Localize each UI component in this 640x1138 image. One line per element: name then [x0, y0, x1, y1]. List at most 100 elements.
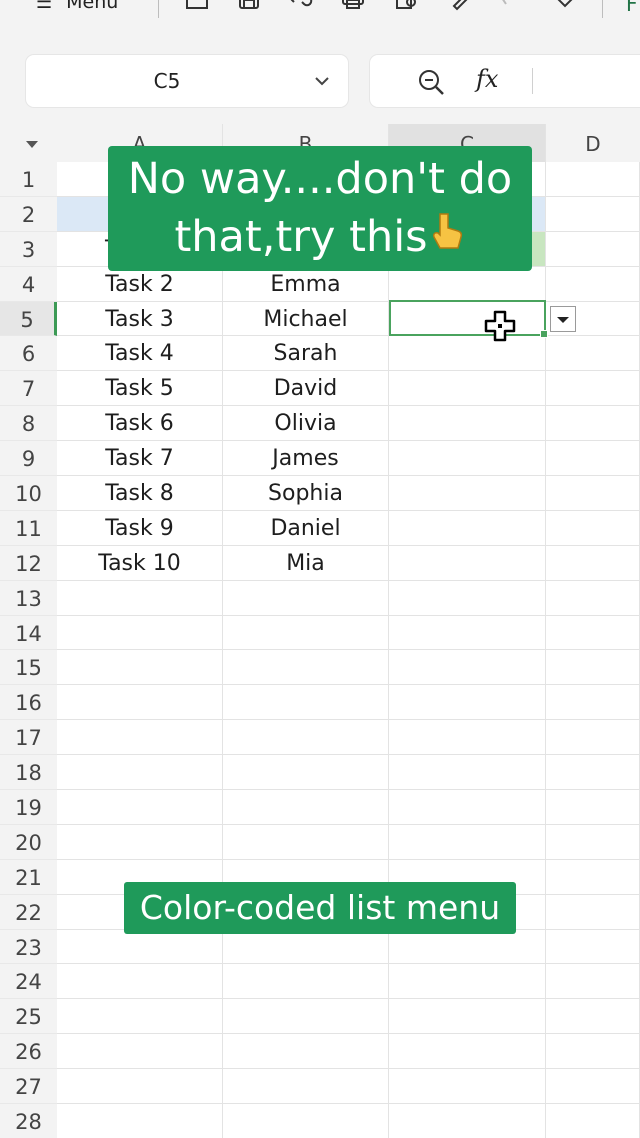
cell-a5[interactable]: Task 3	[57, 301, 223, 337]
cell-a15[interactable]	[57, 650, 223, 686]
cell-d13[interactable]	[546, 580, 640, 616]
cell-c12[interactable]	[389, 545, 546, 581]
cell-c18[interactable]	[389, 755, 546, 791]
cell-b20[interactable]	[223, 824, 389, 860]
row-header[interactable]: 10	[0, 476, 57, 511]
cell-a19[interactable]	[57, 790, 223, 825]
fill-handle[interactable]	[540, 330, 548, 338]
link-icon[interactable]	[288, 0, 314, 12]
cell-a24[interactable]	[57, 964, 223, 1000]
row-header[interactable]: 11	[0, 510, 57, 546]
cell-d9[interactable]	[546, 441, 640, 477]
list-dropdown-button[interactable]	[550, 306, 576, 332]
cell-c27[interactable]	[389, 1069, 546, 1105]
cell-a27[interactable]	[57, 1069, 223, 1105]
cell-b11[interactable]: Daniel	[223, 510, 389, 546]
cell-b19[interactable]	[223, 790, 389, 825]
cell-c16[interactable]	[389, 685, 546, 721]
row-header[interactable]: 1	[0, 162, 57, 197]
cell-d11[interactable]	[546, 510, 640, 546]
cell-a13[interactable]	[57, 580, 223, 616]
menu-button[interactable]: ☰ Menu	[36, 0, 118, 13]
row-header[interactable]: 12	[0, 545, 57, 581]
cell-a25[interactable]	[57, 999, 223, 1035]
name-box[interactable]: C5	[26, 55, 348, 107]
cell-b13[interactable]	[223, 580, 389, 616]
cell-c9[interactable]	[389, 441, 546, 477]
cell-d22[interactable]	[546, 894, 640, 930]
cell-d15[interactable]	[546, 650, 640, 686]
row-header[interactable]: 8	[0, 406, 57, 442]
cell-c10[interactable]	[389, 476, 546, 511]
cell-d14[interactable]	[546, 615, 640, 651]
cell-c13[interactable]	[389, 580, 546, 616]
row-header[interactable]: 6	[0, 336, 57, 372]
cell-b7[interactable]: David	[223, 371, 389, 407]
row-header[interactable]: 3	[0, 231, 57, 267]
row-header[interactable]: 23	[0, 929, 57, 965]
cell-c24[interactable]	[389, 964, 546, 1000]
row-header[interactable]: 15	[0, 650, 57, 686]
row-header[interactable]: 13	[0, 580, 57, 616]
chevron-down-icon[interactable]	[552, 0, 578, 12]
row-header[interactable]: 27	[0, 1069, 57, 1105]
cell-d19[interactable]	[546, 790, 640, 825]
cell-d27[interactable]	[546, 1069, 640, 1105]
row-header[interactable]: 21	[0, 859, 57, 895]
file-tab[interactable]: F	[626, 0, 638, 16]
cell-b27[interactable]	[223, 1069, 389, 1105]
cell-a14[interactable]	[57, 615, 223, 651]
cell-b6[interactable]: Sarah	[223, 336, 389, 372]
row-header[interactable]: 18	[0, 755, 57, 791]
cell-d6[interactable]	[546, 336, 640, 372]
row-header[interactable]: 16	[0, 685, 57, 721]
cell-b17[interactable]	[223, 720, 389, 756]
cell-b14[interactable]	[223, 615, 389, 651]
cell-d10[interactable]	[546, 476, 640, 511]
chevron-down-icon[interactable]	[312, 71, 332, 95]
cell-a7[interactable]: Task 5	[57, 371, 223, 407]
cell-a26[interactable]	[57, 1034, 223, 1070]
active-cell-selection[interactable]	[389, 300, 548, 338]
cell-d17[interactable]	[546, 720, 640, 756]
cell-d28[interactable]	[546, 1104, 640, 1138]
function-icon[interactable]: fx	[476, 65, 498, 93]
formula-bar[interactable]: fx	[370, 55, 640, 107]
row-header[interactable]: 4	[0, 266, 57, 302]
cell-b12[interactable]: Mia	[223, 545, 389, 581]
cell-a20[interactable]	[57, 824, 223, 860]
cell-b8[interactable]: Olivia	[223, 406, 389, 442]
cell-c8[interactable]	[389, 406, 546, 442]
cell-a4[interactable]: Task 2	[57, 266, 223, 302]
cell-a8[interactable]: Task 6	[57, 406, 223, 442]
row-header[interactable]: 9	[0, 441, 57, 477]
cell-d25[interactable]	[546, 999, 640, 1035]
cell-b18[interactable]	[223, 755, 389, 791]
cell-b4[interactable]: Emma	[223, 266, 389, 302]
cell-d1[interactable]	[546, 162, 640, 197]
cell-b28[interactable]	[223, 1104, 389, 1138]
cell-c23[interactable]	[389, 929, 546, 965]
cell-d24[interactable]	[546, 964, 640, 1000]
cell-c28[interactable]	[389, 1104, 546, 1138]
row-header[interactable]: 14	[0, 615, 57, 651]
cell-a10[interactable]: Task 8	[57, 476, 223, 511]
row-header[interactable]: 20	[0, 824, 57, 860]
cell-d3[interactable]	[546, 231, 640, 267]
format-painter-icon[interactable]	[448, 0, 474, 12]
cell-b5[interactable]: Michael	[223, 301, 389, 337]
cell-b23[interactable]	[223, 929, 389, 965]
cell-c15[interactable]	[389, 650, 546, 686]
cell-a12[interactable]: Task 10	[57, 545, 223, 581]
cell-d16[interactable]	[546, 685, 640, 721]
row-header[interactable]: 24	[0, 964, 57, 1000]
column-header-d[interactable]: D	[546, 124, 640, 162]
cell-b10[interactable]: Sophia	[223, 476, 389, 511]
print-preview-icon[interactable]	[394, 0, 420, 12]
spreadsheet-grid[interactable]: A B C D 1 2Tass 3Taskete 4Task 2Emma 5Ta…	[0, 124, 640, 1138]
cell-b15[interactable]	[223, 650, 389, 686]
row-header[interactable]: 5	[0, 301, 57, 337]
cell-d2[interactable]	[546, 196, 640, 232]
cell-a28[interactable]	[57, 1104, 223, 1138]
row-header[interactable]: 26	[0, 1034, 57, 1070]
